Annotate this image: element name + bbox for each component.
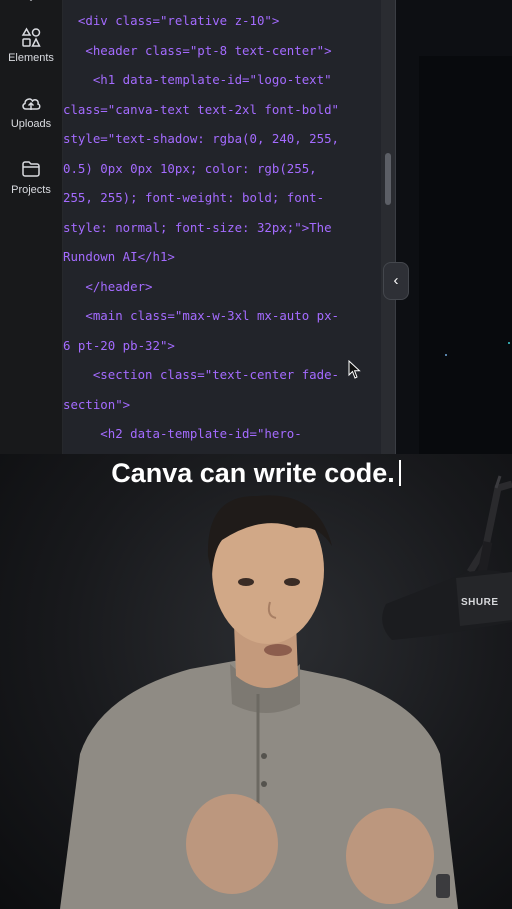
chevron-left-icon: ‹ — [393, 272, 399, 289]
code-line: <h2 data-template-id="hero- — [63, 426, 302, 441]
watch — [436, 874, 450, 898]
code-line: 6 pt-20 pb-32"> — [63, 337, 175, 353]
eye — [284, 578, 300, 586]
code-line: style: normal; font-size: 32px;">The — [63, 219, 332, 235]
sidebar: Elements Uploads Projects — [0, 0, 63, 454]
star-dot — [445, 354, 447, 356]
video-caption: Canva can write code. — [0, 455, 512, 491]
design-preview[interactable] — [419, 56, 512, 454]
speaker-video: SHURE — [0, 454, 512, 909]
screen-recording: Elements Uploads Projects <div class="re… — [0, 0, 512, 454]
upload-cloud-icon — [22, 98, 41, 110]
mic-brand-label: SHURE — [461, 597, 499, 608]
button-dot — [261, 781, 267, 787]
sidebar-item-uploads[interactable]: Uploads — [0, 92, 62, 130]
eye — [238, 578, 254, 586]
elements-icon — [21, 27, 41, 47]
code-line: <h1 data-template-id="logo-text" — [63, 72, 332, 87]
sidebar-item-label: Elements — [8, 52, 54, 64]
code-line: style="text-shadow: rgba(0, 240, 255, — [63, 131, 340, 146]
code-line: 0.5) 0px 0px 10px; color: rgb(255, — [63, 160, 317, 176]
sidebar-item-label: Projects — [11, 184, 51, 196]
mouse-pointer-icon — [348, 360, 361, 379]
sidebar-item-label: Uploads — [10, 118, 52, 130]
code-line: <section class="text-center fade- — [63, 367, 340, 382]
code-line: class="canva-text text-2xl font-bold" — [63, 101, 340, 117]
code-line: <header class="pt-8 text-center"> — [63, 42, 332, 58]
button-dot — [261, 753, 267, 759]
code-line: </header> — [63, 278, 153, 294]
sidebar-item-projects[interactable]: Projects — [0, 158, 62, 196]
code-line: section"> — [63, 396, 131, 412]
code-lines: <div class="relative z-10"> <header clas… — [63, 6, 381, 449]
scrollbar-thumb[interactable] — [385, 153, 391, 205]
typing-cursor — [398, 460, 401, 486]
code-line: <div class="relative z-10"> — [63, 13, 280, 28]
mouth — [264, 644, 292, 656]
right-hand — [346, 808, 434, 904]
partial-icon — [29, 0, 33, 2]
scrollbar-track[interactable] — [381, 0, 395, 454]
mic-boom — [467, 480, 512, 574]
code-line: 255, 255); font-weight: bold; font- — [63, 190, 325, 205]
caption-text: Canva can write code. — [111, 458, 395, 488]
code-line: Rundown AI</h1> — [63, 249, 175, 264]
left-hand — [186, 794, 278, 894]
collapse-panel-button[interactable]: ‹ — [383, 262, 409, 300]
code-editor[interactable]: <div class="relative z-10"> <header clas… — [63, 0, 381, 454]
speaker-scene: SHURE — [60, 475, 512, 909]
folder-icon — [22, 161, 40, 177]
code-line: <main class="max-w-3xl mx-auto px- — [63, 308, 340, 323]
star-dot — [508, 342, 510, 344]
sidebar-item-elements[interactable]: Elements — [0, 26, 62, 64]
